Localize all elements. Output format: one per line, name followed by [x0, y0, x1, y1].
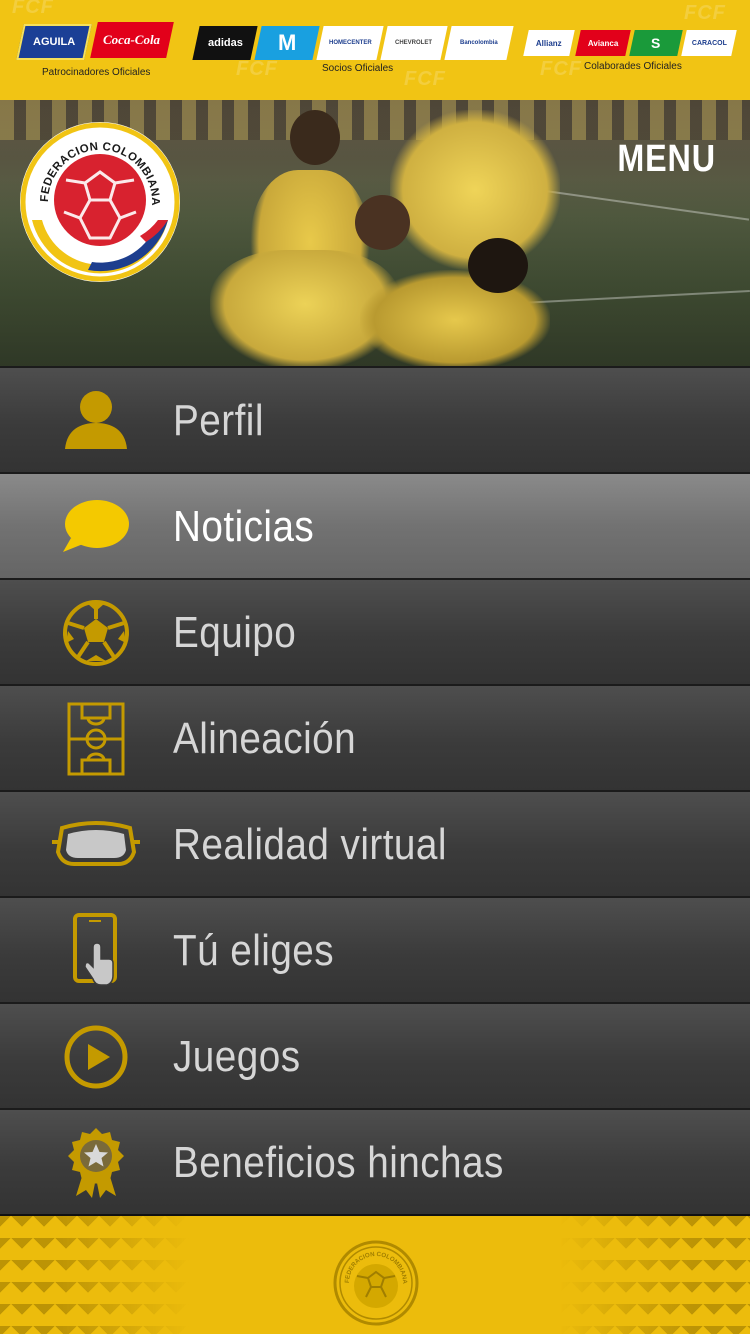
player-head	[290, 110, 340, 165]
caracol-logo[interactable]: CARACOL	[681, 30, 737, 56]
coca-cola-logo[interactable]: Coca-Cola	[90, 22, 174, 58]
award-badge-icon	[46, 1128, 146, 1198]
menu-item-beneficios-hinchas[interactable]: Beneficios hinchas	[0, 1108, 750, 1214]
partners-caption: Socios Oficiales	[322, 63, 394, 74]
menu-item-realidad-virtual[interactable]: Realidad virtual	[0, 790, 750, 896]
footer-pattern	[560, 1216, 750, 1334]
menu-item-label: Realidad virtual	[173, 820, 447, 869]
menu-item-juegos[interactable]: Juegos	[0, 1002, 750, 1108]
field-line	[540, 189, 750, 221]
homecenter-logo[interactable]: HOMECENTER	[316, 26, 384, 60]
menu-item-perfil[interactable]: Perfil	[0, 366, 750, 472]
sponsor-bar: FCF FCF FCF FCF FCF FCF AGUILA Coca-Cola…	[0, 0, 750, 100]
touch-phone-icon	[46, 913, 146, 986]
watermark-text: FCF	[404, 68, 446, 90]
user-icon	[46, 386, 146, 456]
bancolombia-logo[interactable]: Bancolombia	[444, 26, 514, 60]
menu-item-label: Tú eliges	[173, 926, 335, 975]
footer-bar: FEDERACION COLOMBIANA DE FUTBOL	[0, 1214, 750, 1334]
main-menu: Perfil Noticias Equipo Alineación Realid…	[0, 366, 750, 1214]
player-head	[468, 238, 528, 293]
watermark-text: FCF	[684, 2, 726, 24]
collaborators-caption: Colaborades Oficiales	[584, 61, 682, 72]
soccer-field-icon	[46, 702, 146, 776]
menu-item-label: Equipo	[173, 608, 297, 657]
aguila-logo[interactable]: AGUILA	[16, 24, 92, 60]
watermark-text: FCF	[540, 58, 582, 80]
vr-headset-icon	[46, 810, 146, 880]
sponsors-caption: Patrocinadores Oficiales	[42, 67, 151, 78]
soccer-ball-icon	[46, 598, 146, 668]
menu-item-label: Perfil	[173, 396, 264, 445]
menu-item-equipo[interactable]: Equipo	[0, 578, 750, 684]
menu-item-label: Alineación	[173, 714, 357, 763]
fcf-crest-logo[interactable]: FEDERACION COLOMBIANA DE FUTBOL	[18, 120, 182, 284]
menu-item-alineacion[interactable]: Alineación	[0, 684, 750, 790]
watermark-text: FCF	[12, 0, 54, 18]
menu-item-label: Juegos	[173, 1032, 301, 1081]
player-figure	[360, 270, 550, 366]
menu-item-tu-eliges[interactable]: Tú eliges	[0, 896, 750, 1002]
menu-item-label: Noticias	[173, 502, 315, 551]
menu-button[interactable]: MENU	[617, 138, 716, 181]
chevrolet-logo[interactable]: CHEVROLET	[380, 26, 448, 60]
adidas-logo[interactable]: adidas	[192, 26, 258, 60]
chat-bubble-icon	[46, 492, 146, 562]
menu-item-label: Beneficios hinchas	[173, 1138, 504, 1187]
avianca-logo[interactable]: Avianca	[575, 30, 631, 56]
s-logo[interactable]: S	[629, 30, 683, 56]
play-circle-icon	[46, 1022, 146, 1092]
watermark-text: FCF	[236, 58, 278, 80]
field-line	[520, 289, 750, 305]
allianz-logo[interactable]: Allianz	[523, 30, 575, 56]
player-head	[355, 195, 410, 250]
footer-pattern	[0, 1216, 190, 1334]
footer-crest-logo[interactable]: FEDERACION COLOMBIANA DE FUTBOL	[333, 1240, 419, 1326]
menu-item-noticias[interactable]: Noticias	[0, 472, 750, 578]
movistar-logo[interactable]: M	[254, 26, 320, 60]
